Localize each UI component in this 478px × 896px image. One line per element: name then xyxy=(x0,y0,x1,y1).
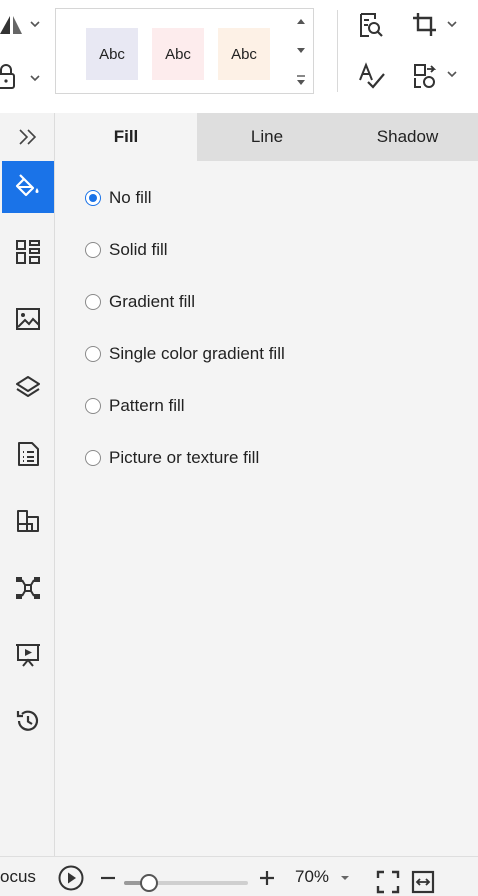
tab-fill[interactable]: Fill xyxy=(55,113,197,161)
sidebar-item-fill[interactable] xyxy=(2,161,54,213)
triangle-shape-icon[interactable] xyxy=(0,10,42,38)
fill-option-label: Picture or texture fill xyxy=(109,448,260,467)
zoom-slider-thumb[interactable] xyxy=(139,874,158,892)
layers-icon xyxy=(14,373,42,406)
radio-button[interactable] xyxy=(85,346,101,362)
fill-option-gradient-fill[interactable]: Gradient fill xyxy=(85,290,445,314)
sidebar-item-page[interactable] xyxy=(2,430,54,482)
fill-option-label: Solid fill xyxy=(109,240,168,259)
play-icon[interactable] xyxy=(57,864,85,892)
find-replace-icon[interactable] xyxy=(355,10,387,40)
tab-label: Line xyxy=(250,127,284,146)
format-panel: Fill Line Shadow No fill Solid fill Grad… xyxy=(55,113,478,856)
double-chevron-right-icon xyxy=(16,125,40,154)
tab-shadow[interactable]: Shadow xyxy=(337,113,478,161)
radio-button[interactable] xyxy=(85,190,101,206)
gallery-more-icon[interactable] xyxy=(293,73,309,89)
paint-bucket-icon xyxy=(14,171,42,204)
fit-width-icon[interactable] xyxy=(410,869,436,895)
style-preset-label: Abc xyxy=(99,45,125,63)
sidebar xyxy=(0,113,55,856)
style-preset-1[interactable]: Abc xyxy=(86,28,138,80)
history-icon xyxy=(14,707,42,740)
blocks-icon xyxy=(14,507,42,540)
radio-button[interactable] xyxy=(85,294,101,310)
style-gallery: Abc Abc Abc xyxy=(55,8,314,94)
fill-option-label: Gradient fill xyxy=(109,292,195,311)
fill-option-label: No fill xyxy=(109,188,152,207)
fill-option-single-color-gradient[interactable]: Single color gradient fill xyxy=(85,342,445,366)
tab-line[interactable]: Line xyxy=(197,113,337,161)
sidebar-item-layers[interactable] xyxy=(2,363,54,415)
style-preset-2[interactable]: Abc xyxy=(152,28,204,80)
style-preset-label: Abc xyxy=(165,45,191,63)
toolbar: Abc Abc Abc xyxy=(0,0,478,113)
sidebar-item-expand-panel[interactable] xyxy=(2,113,54,165)
sidebar-item-layout[interactable] xyxy=(2,228,54,280)
tab-label: Fill xyxy=(113,127,139,146)
presentation-icon xyxy=(14,641,42,674)
lock-icon[interactable] xyxy=(0,62,42,92)
document-list-icon xyxy=(14,440,42,473)
fill-option-pattern-fill[interactable]: Pattern fill xyxy=(85,394,445,418)
replace-shape-icon[interactable] xyxy=(410,60,458,92)
fill-option-solid-fill[interactable]: Solid fill xyxy=(85,238,445,262)
fullscreen-icon[interactable] xyxy=(375,869,401,895)
chevron-down-icon[interactable] xyxy=(338,870,352,886)
radio-button[interactable] xyxy=(85,450,101,466)
tab-label: Shadow xyxy=(376,127,439,146)
scroll-down-icon[interactable] xyxy=(293,43,309,59)
fill-option-label: Pattern fill xyxy=(109,396,185,415)
sidebar-item-connectors[interactable] xyxy=(2,564,54,616)
sidebar-item-history[interactable] xyxy=(2,697,54,749)
crop-icon[interactable] xyxy=(410,10,458,40)
fill-option-picture-texture[interactable]: Picture or texture fill xyxy=(85,446,445,470)
sidebar-item-presentation[interactable] xyxy=(2,631,54,683)
network-icon xyxy=(14,574,42,607)
radio-button[interactable] xyxy=(85,398,101,414)
scroll-up-icon[interactable] xyxy=(293,13,309,29)
grid-layout-icon xyxy=(14,238,42,271)
sidebar-item-image[interactable] xyxy=(2,295,54,347)
fill-option-no-fill[interactable]: No fill xyxy=(85,186,445,210)
sidebar-item-shapes[interactable] xyxy=(2,497,54,549)
zoom-in-icon[interactable] xyxy=(257,869,277,887)
toolbar-divider xyxy=(337,10,338,92)
zoom-value[interactable]: 70% xyxy=(295,867,329,887)
radio-button[interactable] xyxy=(85,242,101,258)
image-icon xyxy=(14,305,42,338)
style-preset-3[interactable]: Abc xyxy=(218,28,270,80)
spell-check-icon[interactable] xyxy=(356,60,388,92)
fill-option-label: Single color gradient fill xyxy=(109,344,285,363)
style-preset-label: Abc xyxy=(231,45,257,63)
focus-mode-label[interactable]: ocus xyxy=(0,867,36,887)
zoom-out-icon[interactable] xyxy=(98,869,118,887)
status-bar: ocus 70% xyxy=(0,856,478,896)
format-tabs: Fill Line Shadow xyxy=(55,113,478,161)
